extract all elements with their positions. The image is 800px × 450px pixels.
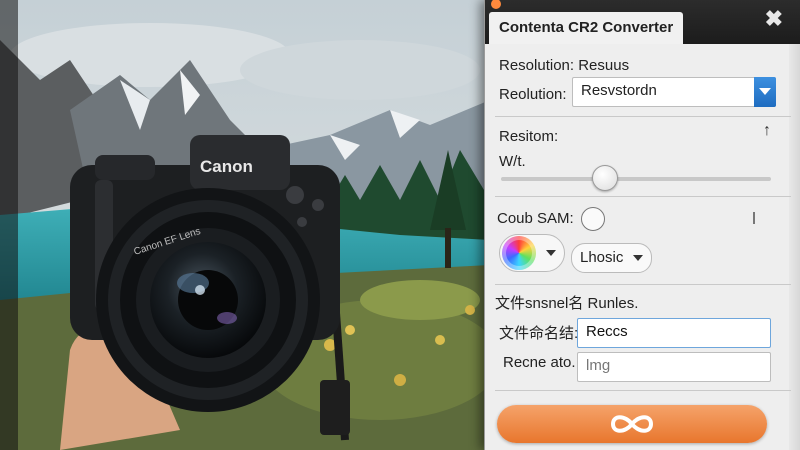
- resize-sub-label: W/t.: [499, 153, 526, 170]
- chevron-down-icon: [546, 250, 556, 256]
- filename-input-value: Reccs: [586, 323, 628, 340]
- divider: [495, 196, 791, 197]
- divider: [495, 116, 791, 117]
- resolution-header: Resolution: Resuus: [499, 57, 630, 74]
- convert-button[interactable]: [497, 405, 767, 443]
- chevron-down-icon[interactable]: [754, 77, 776, 107]
- resize-slider-track[interactable]: [501, 177, 771, 181]
- color-radio-button[interactable]: [581, 207, 605, 231]
- close-icon[interactable]: ✖: [765, 6, 783, 32]
- divider: [495, 284, 791, 285]
- resolution-select-value: Resvstordn: [581, 82, 657, 99]
- landscape-camera-image: Canon Canon EF Lens: [0, 0, 490, 450]
- extension-input-placeholder: lmg: [586, 357, 611, 374]
- chevron-down-icon: [633, 255, 644, 261]
- extension-input[interactable]: lmg: [577, 352, 771, 382]
- window-close-dot[interactable]: [491, 0, 501, 9]
- color-label: Coub SAM:: [497, 210, 574, 227]
- infinity-icon: [610, 415, 654, 433]
- rename-header: 文件snsnel名 Runles.: [495, 295, 639, 312]
- resolution-select[interactable]: Resvstordn: [572, 77, 776, 107]
- resolution-label: Reolution:: [499, 86, 567, 103]
- resize-slider-thumb[interactable]: [591, 165, 618, 191]
- converter-panel: Contenta CR2 Converter ✖ Resolution: Res…: [484, 0, 800, 450]
- filename-input[interactable]: Reccs: [577, 318, 771, 348]
- divider: [495, 390, 791, 391]
- tick-mark: [753, 212, 755, 224]
- window-title: Contenta CR2 Converter: [489, 12, 684, 44]
- color-mode-dropdown[interactable]: Lhosic: [571, 243, 653, 273]
- arrow-up-icon[interactable]: ↑: [763, 122, 771, 140]
- title-bar: Contenta CR2 Converter ✖: [485, 0, 800, 44]
- extension-label: Recne ato.: [503, 354, 576, 371]
- filename-label: 文件命名结:: [499, 325, 579, 342]
- resize-header: Resitom:: [499, 128, 559, 145]
- color-wheel-icon: [502, 236, 536, 270]
- camera-brand-text: Canon: [200, 157, 253, 176]
- background-photo: Canon Canon EF Lens: [0, 0, 490, 450]
- color-profile-dropdown[interactable]: [499, 234, 565, 272]
- color-mode-value: Lhosic: [580, 249, 624, 266]
